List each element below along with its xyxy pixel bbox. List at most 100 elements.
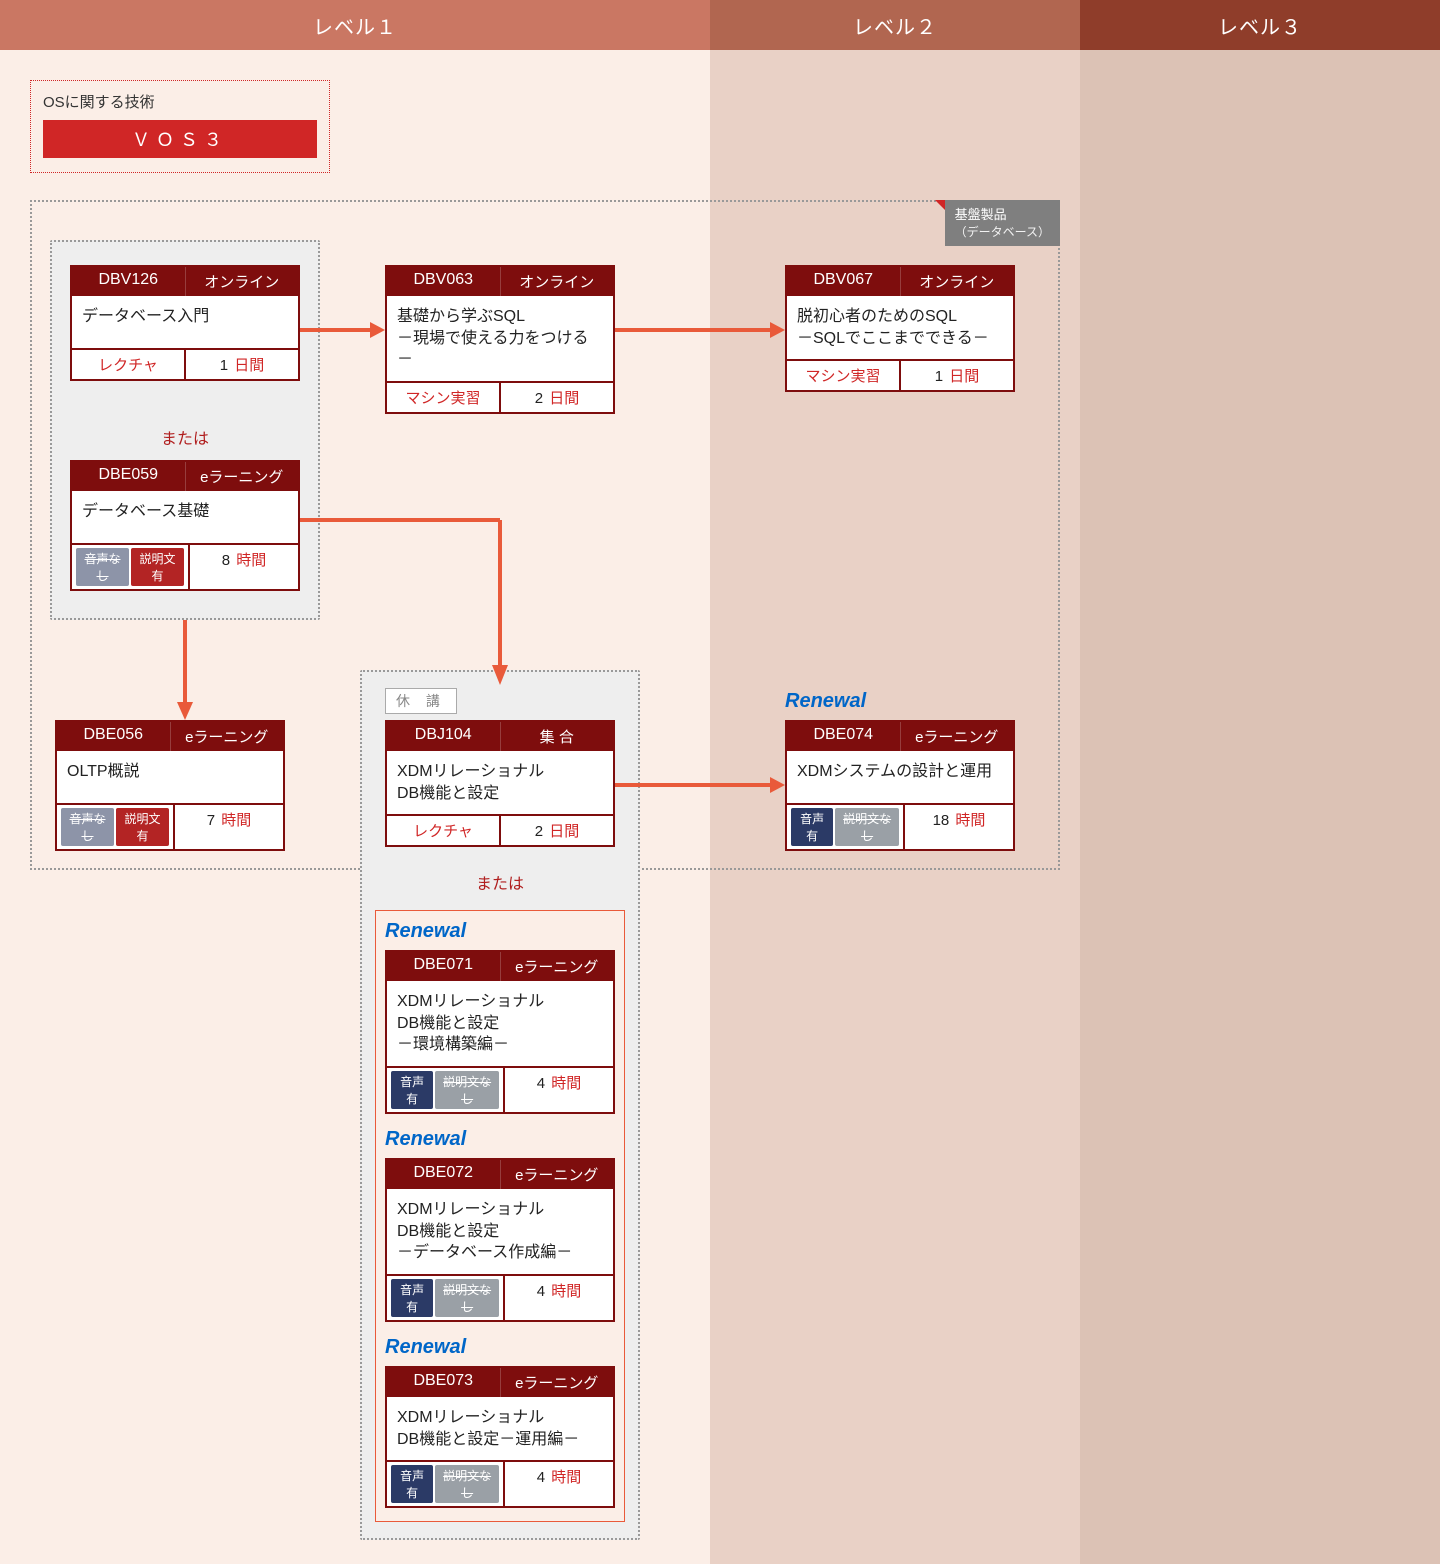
course-header: DBV067 オンライン — [787, 267, 1013, 296]
course-footer: レクチャ 1 日間 — [72, 348, 298, 379]
course-title: XDMリレーショナルDB機能と設定 — [387, 751, 613, 814]
course-footer: 音声なし説明文有 8 時間 — [72, 543, 298, 589]
audio-pill: 音声有 — [391, 1465, 433, 1503]
region-tab-triangle-icon — [935, 200, 945, 210]
course-left-label: レクチャ — [72, 350, 184, 379]
category-heading: OSに関する技術 — [43, 91, 317, 112]
course-footer: 音声有説明文なし 18 時間 — [787, 803, 1013, 849]
course-type: オンライン — [500, 267, 614, 296]
or-label-top: または — [50, 425, 320, 449]
course-card-dbe056[interactable]: DBE056 eラーニング OLTP概説 音声なし説明文有 7 時間 — [55, 720, 285, 851]
course-header: DBE056 eラーニング — [57, 722, 283, 751]
course-code: DBE056 — [57, 722, 170, 751]
course-left-label: マシン実習 — [787, 361, 899, 390]
course-duration: 4 時間 — [503, 1068, 613, 1112]
course-footer: マシン実習 2 日間 — [387, 381, 613, 412]
audio-pill: 音声有 — [391, 1071, 433, 1109]
course-header: DBE071 eラーニング — [387, 952, 613, 981]
course-title: 基礎から学ぶSQL－現場で使える力をつける－ — [387, 296, 613, 381]
region-tab-title: 基盤製品 — [955, 207, 1007, 222]
course-footer: 音声なし説明文有 7 時間 — [57, 803, 283, 849]
course-title: データベース基礎 — [72, 491, 298, 543]
course-header: DBV063 オンライン — [387, 267, 613, 296]
course-header: DBE059 eラーニング — [72, 462, 298, 491]
course-header: DBE074 eラーニング — [787, 722, 1013, 751]
course-card-dbe059[interactable]: DBE059 eラーニング データベース基礎 音声なし説明文有 8 時間 — [70, 460, 300, 591]
renewal-badge-dbe073: Renewal — [385, 1336, 466, 1359]
course-type: オンライン — [185, 267, 299, 296]
course-code: DBV067 — [787, 267, 900, 296]
category-box: OSに関する技術 ＶＯＳ３ — [30, 80, 330, 173]
course-card-dbv126[interactable]: DBV126 オンライン データベース入門 レクチャ 1 日間 — [70, 265, 300, 381]
course-left-pills: 音声なし説明文有 — [72, 545, 188, 589]
course-duration: 2 日間 — [499, 816, 613, 845]
explain-pill: 説明文有 — [116, 808, 169, 846]
audio-pill: 音声有 — [791, 808, 833, 846]
course-duration: 7 時間 — [173, 805, 283, 849]
course-card-dbe074[interactable]: DBE074 eラーニング XDMシステムの設計と運用 音声有説明文なし 18 … — [785, 720, 1015, 851]
course-card-dbv067[interactable]: DBV067 オンライン 脱初心者のためのSQL－SQLでここまでできる－ マシ… — [785, 265, 1015, 392]
course-left-pills: 音声有説明文なし — [387, 1462, 503, 1506]
course-footer: 音声有説明文なし 4 時間 — [387, 1460, 613, 1506]
course-header: DBV126 オンライン — [72, 267, 298, 296]
region-tab-subtitle: （データベース） — [955, 225, 1050, 239]
course-left-pills: 音声有説明文なし — [787, 805, 903, 849]
course-left-label: マシン実習 — [387, 383, 499, 412]
explain-pill: 説明文なし — [835, 808, 899, 846]
course-header: DBE073 eラーニング — [387, 1368, 613, 1397]
course-title: XDMリレーショナルDB機能と設定－運用編－ — [387, 1397, 613, 1460]
course-title: 脱初心者のためのSQL－SQLでここまでできる－ — [787, 296, 1013, 359]
course-duration: 8 時間 — [188, 545, 298, 589]
course-code: DBE074 — [787, 722, 900, 751]
course-card-dbe071[interactable]: DBE071 eラーニング XDMリレーショナルDB機能と設定－環境構築編－ 音… — [385, 950, 615, 1114]
course-type: eラーニング — [500, 1368, 614, 1397]
course-footer: 音声有説明文なし 4 時間 — [387, 1066, 613, 1112]
course-duration: 4 時間 — [503, 1462, 613, 1506]
course-type: eラーニング — [500, 952, 614, 981]
course-duration: 1 日間 — [899, 361, 1013, 390]
course-title: データベース入門 — [72, 296, 298, 348]
renewal-badge-dbe071: Renewal — [385, 920, 466, 943]
level3-header: レベル３ — [1080, 0, 1440, 50]
course-title: XDMシステムの設計と運用 — [787, 751, 1013, 803]
course-left-pills: 音声有説明文なし — [387, 1276, 503, 1320]
course-duration: 1 日間 — [184, 350, 298, 379]
course-title: OLTP概説 — [57, 751, 283, 803]
course-code: DBE071 — [387, 952, 500, 981]
diagram-page: レベル１ レベル２ レベル３ OSに関する技術 ＶＯＳ３ 基盤製品 （データベー… — [0, 0, 1440, 1564]
renewal-badge-dbe072: Renewal — [385, 1128, 466, 1151]
course-code: DBE059 — [72, 462, 185, 491]
course-header: DBJ104 集 合 — [387, 722, 613, 751]
course-type: eラーニング — [185, 462, 299, 491]
audio-pill: 音声有 — [391, 1279, 433, 1317]
level1-header: レベル１ — [0, 0, 710, 50]
course-card-dbe072[interactable]: DBE072 eラーニング XDMリレーショナルDB機能と設定－データベース作成… — [385, 1158, 615, 1322]
course-card-dbv063[interactable]: DBV063 オンライン 基礎から学ぶSQL－現場で使える力をつける－ マシン実… — [385, 265, 615, 414]
course-card-dbe073[interactable]: DBE073 eラーニング XDMリレーショナルDB機能と設定－運用編－ 音声有… — [385, 1366, 615, 1508]
course-type: eラーニング — [170, 722, 284, 751]
explain-pill: 説明文なし — [435, 1279, 499, 1317]
course-code: DBE072 — [387, 1160, 500, 1189]
kyuukou-tag: 休 講 — [385, 688, 457, 714]
course-code: DBV063 — [387, 267, 500, 296]
course-duration: 18 時間 — [903, 805, 1013, 849]
course-header: DBE072 eラーニング — [387, 1160, 613, 1189]
course-left-label: レクチャ — [387, 816, 499, 845]
course-code: DBJ104 — [387, 722, 500, 751]
course-card-dbj104[interactable]: DBJ104 集 合 XDMリレーショナルDB機能と設定 レクチャ 2 日間 — [385, 720, 615, 847]
category-name: ＶＯＳ３ — [43, 120, 317, 158]
region-tab: 基盤製品 （データベース） — [945, 200, 1060, 246]
level3-column — [1080, 0, 1440, 1564]
explain-pill: 説明文なし — [435, 1465, 499, 1503]
course-code: DBV126 — [72, 267, 185, 296]
course-type: 集 合 — [500, 722, 614, 751]
course-code: DBE073 — [387, 1368, 500, 1397]
explain-pill: 説明文有 — [131, 548, 184, 586]
renewal-badge-dbe074: Renewal — [785, 690, 866, 713]
level2-header: レベル２ — [710, 0, 1080, 50]
course-duration: 4 時間 — [503, 1276, 613, 1320]
course-type: eラーニング — [900, 722, 1014, 751]
or-label-bottom: または — [360, 870, 640, 894]
course-left-pills: 音声有説明文なし — [387, 1068, 503, 1112]
course-type: オンライン — [900, 267, 1014, 296]
